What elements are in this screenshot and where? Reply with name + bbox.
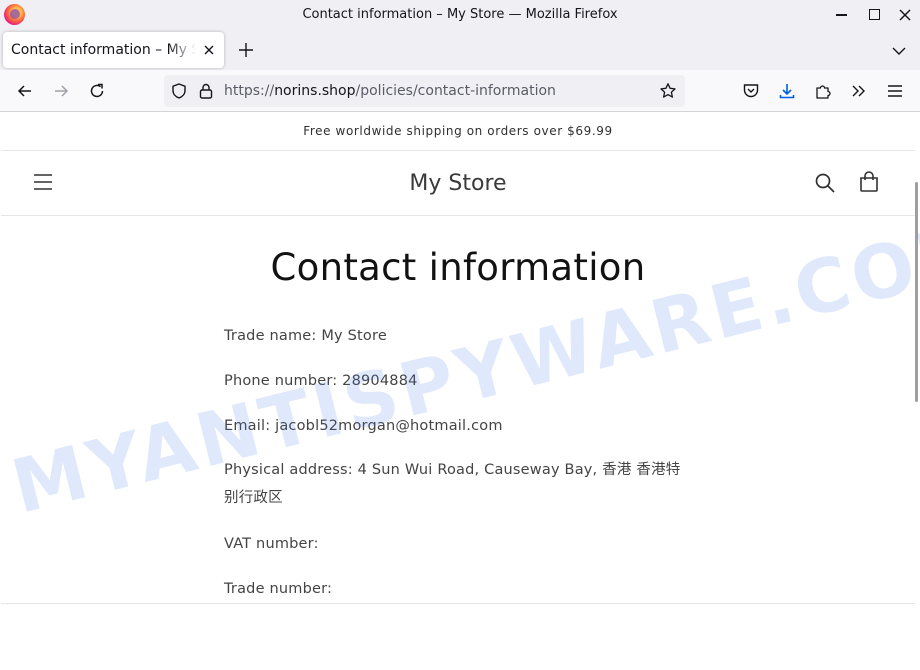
back-arrow-icon[interactable] [15,81,35,101]
tab-strip: Contact information – My Store [0,30,920,70]
bookmark-star-icon[interactable] [659,82,677,100]
page-scrollbar[interactable] [915,112,920,670]
list-all-tabs-chevron-down-icon[interactable] [890,42,908,60]
lock-icon[interactable] [198,82,214,100]
maximize-button[interactable] [863,4,885,26]
tab-close-icon[interactable] [202,43,216,57]
url-scheme: https:// [224,83,275,99]
search-icon[interactable] [814,172,836,194]
forward-arrow-icon[interactable] [51,81,71,101]
navigation-toolbar: https://norins.shop/policies/contact-inf… [0,70,920,112]
app-menu-hamburger-icon[interactable] [885,81,905,101]
vat-number-line: VAT number: [224,536,319,552]
more-tools-chevrons-icon[interactable] [849,81,869,101]
scrollbar-thumb[interactable] [915,182,918,402]
cart-icon[interactable] [857,170,881,194]
extensions-puzzle-icon[interactable] [813,81,833,101]
window-title: Contact information – My Store — Mozilla… [302,7,618,22]
announcement-bar: Free worldwide shipping on orders over $… [1,112,915,151]
url-path: /policies/contact-information [355,83,556,99]
footer-divider [1,603,915,604]
pocket-icon[interactable] [741,81,761,101]
store-header: My Store [1,151,915,216]
url-bar[interactable]: https://norins.shop/policies/contact-inf… [164,75,685,107]
tracking-protection-shield-icon[interactable] [170,82,188,100]
page-title: Contact information [270,246,646,289]
physical-address-line: Physical address: 4 Sun Wui Road, Causew… [224,462,681,506]
reload-icon[interactable] [87,81,107,101]
store-logo-link[interactable]: My Store [1,171,915,196]
trade-name-line: Trade name: My Store [224,328,387,344]
new-tab-plus-icon[interactable] [236,40,256,60]
url-domain: norins.shop [274,83,356,99]
email-line: Email: jacobl52morgan@hotmail.com [224,418,503,434]
downloads-icon[interactable] [777,81,797,101]
trade-number-line: Trade number: [224,581,333,597]
web-page: Free worldwide shipping on orders over $… [1,112,915,670]
minimize-button[interactable] [831,4,853,26]
tab-label: Contact information – My Store [11,42,196,58]
close-window-button[interactable] [894,4,916,26]
close-icon [899,9,911,21]
tab-contact-information[interactable]: Contact information – My Store [3,32,224,68]
url-text[interactable]: https://norins.shop/policies/contact-inf… [224,83,556,99]
phone-number-line: Phone number: 28904884 [224,373,418,389]
title-bar: Contact information – My Store — Mozilla… [0,0,920,30]
